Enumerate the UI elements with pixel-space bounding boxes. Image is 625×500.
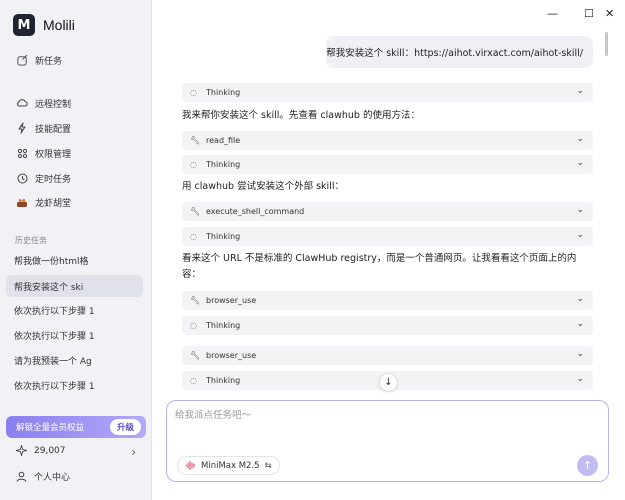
maximize-button[interactable]: ☐ bbox=[584, 7, 594, 20]
thinking-block[interactable]: ◌ Thinking ⌄ bbox=[182, 83, 593, 102]
app-header: M Molili bbox=[13, 14, 75, 36]
history-item[interactable]: 帮我做一份html格 bbox=[6, 249, 143, 271]
sidebar-item-lobster-hall[interactable]: 龙虾胡堂 bbox=[16, 193, 71, 211]
assistant-text: 看来这个 URL 不是标准的 ClawHub registry，而是一个普通网页… bbox=[182, 253, 577, 280]
tool-call-block[interactable]: 🔧︎ browser_use ⌄ bbox=[182, 346, 593, 365]
sidebar-item-skill-config[interactable]: 技能配置 bbox=[16, 119, 71, 137]
tool-label: Thinking bbox=[206, 232, 241, 241]
assistant-text: 用 clawhub 尝试安装这个外部 skill： bbox=[182, 181, 344, 192]
sidebar-item-scheduled[interactable]: 定时任务 bbox=[16, 169, 71, 187]
cloud-icon bbox=[16, 97, 28, 109]
history-title: 历史任务 bbox=[15, 236, 47, 245]
scroll-to-bottom-button[interactable]: ↓ bbox=[379, 373, 398, 392]
model-name: MiniMax M2.5 bbox=[201, 460, 260, 471]
arrow-down-icon: ↓ bbox=[384, 377, 393, 388]
tool-label: Thinking bbox=[206, 321, 241, 330]
chevron-right-icon: › bbox=[131, 445, 136, 459]
user-center-button[interactable]: 个人中心 bbox=[16, 470, 70, 483]
tool-label: Thinking bbox=[206, 376, 241, 385]
bulb-icon: ◌ bbox=[190, 376, 197, 385]
wrench-icon: 🔧︎ bbox=[190, 207, 201, 216]
minimize-button[interactable]: — bbox=[547, 7, 558, 20]
tool-call-block[interactable]: 🔧︎ read_file ⌄ bbox=[182, 131, 593, 150]
tool-label: read_file bbox=[206, 136, 241, 145]
bulb-icon: ◌ bbox=[190, 321, 197, 330]
sidebar-item-label: 技能配置 bbox=[35, 124, 72, 135]
user-icon bbox=[16, 471, 27, 482]
wrench-icon: 🔧︎ bbox=[190, 296, 201, 305]
chevron-down-icon: ⌄ bbox=[576, 319, 584, 329]
sidebar-item-label: 龙虾胡堂 bbox=[35, 198, 72, 209]
lightning-icon bbox=[16, 122, 28, 134]
arrow-up-icon: ↑ bbox=[582, 459, 593, 472]
bulb-icon: ◌ bbox=[190, 160, 197, 169]
tool-label: execute_shell_command bbox=[206, 207, 305, 216]
chevron-down-icon: ⌄ bbox=[576, 158, 584, 168]
composer: MiniMax M2.5 ⇆ ↑ bbox=[166, 400, 609, 482]
sidebar-item-label: 定时任务 bbox=[35, 174, 72, 185]
history-item[interactable]: 帮我安装这个 ski bbox=[6, 275, 143, 297]
history-item[interactable]: 请为我预装一个 Ag bbox=[6, 349, 143, 371]
wrench-icon: 🔧︎ bbox=[190, 351, 201, 360]
user-message: 帮我安装这个 skill：https://aihot.virxact.com/a… bbox=[326, 36, 593, 68]
waveform-icon bbox=[185, 461, 196, 470]
tool-label: Thinking bbox=[206, 160, 241, 169]
chevron-down-icon: ⌄ bbox=[576, 230, 584, 240]
user-message-text: 帮我安装这个 skill：https://aihot.virxact.com/a… bbox=[326, 48, 583, 59]
sidebar-item-label: 远程控制 bbox=[35, 99, 72, 110]
thinking-block[interactable]: ◌ Thinking ⌄ bbox=[182, 227, 593, 246]
thinking-block[interactable]: ◌ Thinking ⌄ bbox=[182, 316, 593, 335]
tool-call-block[interactable]: 🔧︎ execute_shell_command ⌄ bbox=[182, 202, 593, 221]
sidebar-item-permission[interactable]: 权限管理 bbox=[16, 144, 71, 162]
task-input[interactable] bbox=[175, 407, 575, 437]
credits-row[interactable]: 29,007 › bbox=[16, 445, 136, 459]
credits-value: 29,007 bbox=[34, 445, 66, 456]
chat-scrollbar[interactable] bbox=[605, 32, 608, 56]
sidebar-item-remote-control[interactable]: 远程控制 bbox=[16, 94, 71, 112]
new-task-button[interactable]: 新任务 bbox=[16, 51, 62, 69]
bulb-icon: ◌ bbox=[190, 232, 197, 241]
thinking-block[interactable]: ◌ Thinking ⌄ bbox=[182, 155, 593, 174]
chevron-down-icon: ⌄ bbox=[576, 134, 584, 144]
sidebar-item-label: 权限管理 bbox=[35, 149, 72, 160]
history-item[interactable]: 依次执行以下步骤 1 bbox=[6, 374, 143, 396]
user-center-label: 个人中心 bbox=[34, 473, 71, 483]
close-button[interactable]: ✕ bbox=[605, 7, 614, 20]
new-task-label: 新任务 bbox=[35, 56, 63, 67]
upgrade-button[interactable]: 升级 bbox=[109, 419, 141, 435]
history-item[interactable]: 依次执行以下步骤 1 bbox=[6, 324, 143, 346]
grid-icon bbox=[16, 147, 28, 159]
sidebar: M Molili 新任务 远程控制 技能配置 权限管理 定时任务 龙虾胡堂 历史… bbox=[0, 0, 152, 500]
chevron-down-icon: ⌄ bbox=[576, 294, 584, 304]
tool-label: browser_use bbox=[206, 296, 257, 305]
upgrade-banner[interactable]: 解锁全量会员权益 升级 bbox=[6, 416, 146, 438]
wrench-icon: 🔧︎ bbox=[190, 136, 201, 145]
lobster-icon bbox=[16, 196, 28, 208]
tool-label: Thinking bbox=[206, 88, 241, 97]
sparkle-icon bbox=[16, 445, 27, 456]
tool-call-block[interactable]: 🔧︎ browser_use ⌄ bbox=[182, 291, 593, 310]
tool-label: browser_use bbox=[206, 351, 257, 360]
new-task-icon bbox=[16, 54, 28, 66]
upgrade-label: 解锁全量会员权益 bbox=[16, 423, 85, 433]
clock-icon bbox=[16, 172, 28, 184]
app-name: Molili bbox=[43, 17, 75, 33]
bulb-icon: ◌ bbox=[190, 88, 197, 97]
send-button[interactable]: ↑ bbox=[577, 455, 598, 476]
app-logo: M bbox=[13, 14, 35, 36]
assistant-text: 我来帮你安装这个 skill。先查看 clawhub 的使用方法： bbox=[182, 110, 420, 121]
model-selector[interactable]: MiniMax M2.5 ⇆ bbox=[177, 456, 280, 475]
chevron-down-icon: ⌄ bbox=[576, 205, 584, 215]
chevron-down-icon: ⌄ bbox=[576, 86, 584, 96]
chevron-down-icon: ⌄ bbox=[576, 349, 584, 359]
switch-icon: ⇆ bbox=[264, 460, 272, 471]
history-item[interactable]: 依次执行以下步骤 1 bbox=[6, 299, 143, 321]
chevron-down-icon: ⌄ bbox=[576, 374, 584, 384]
